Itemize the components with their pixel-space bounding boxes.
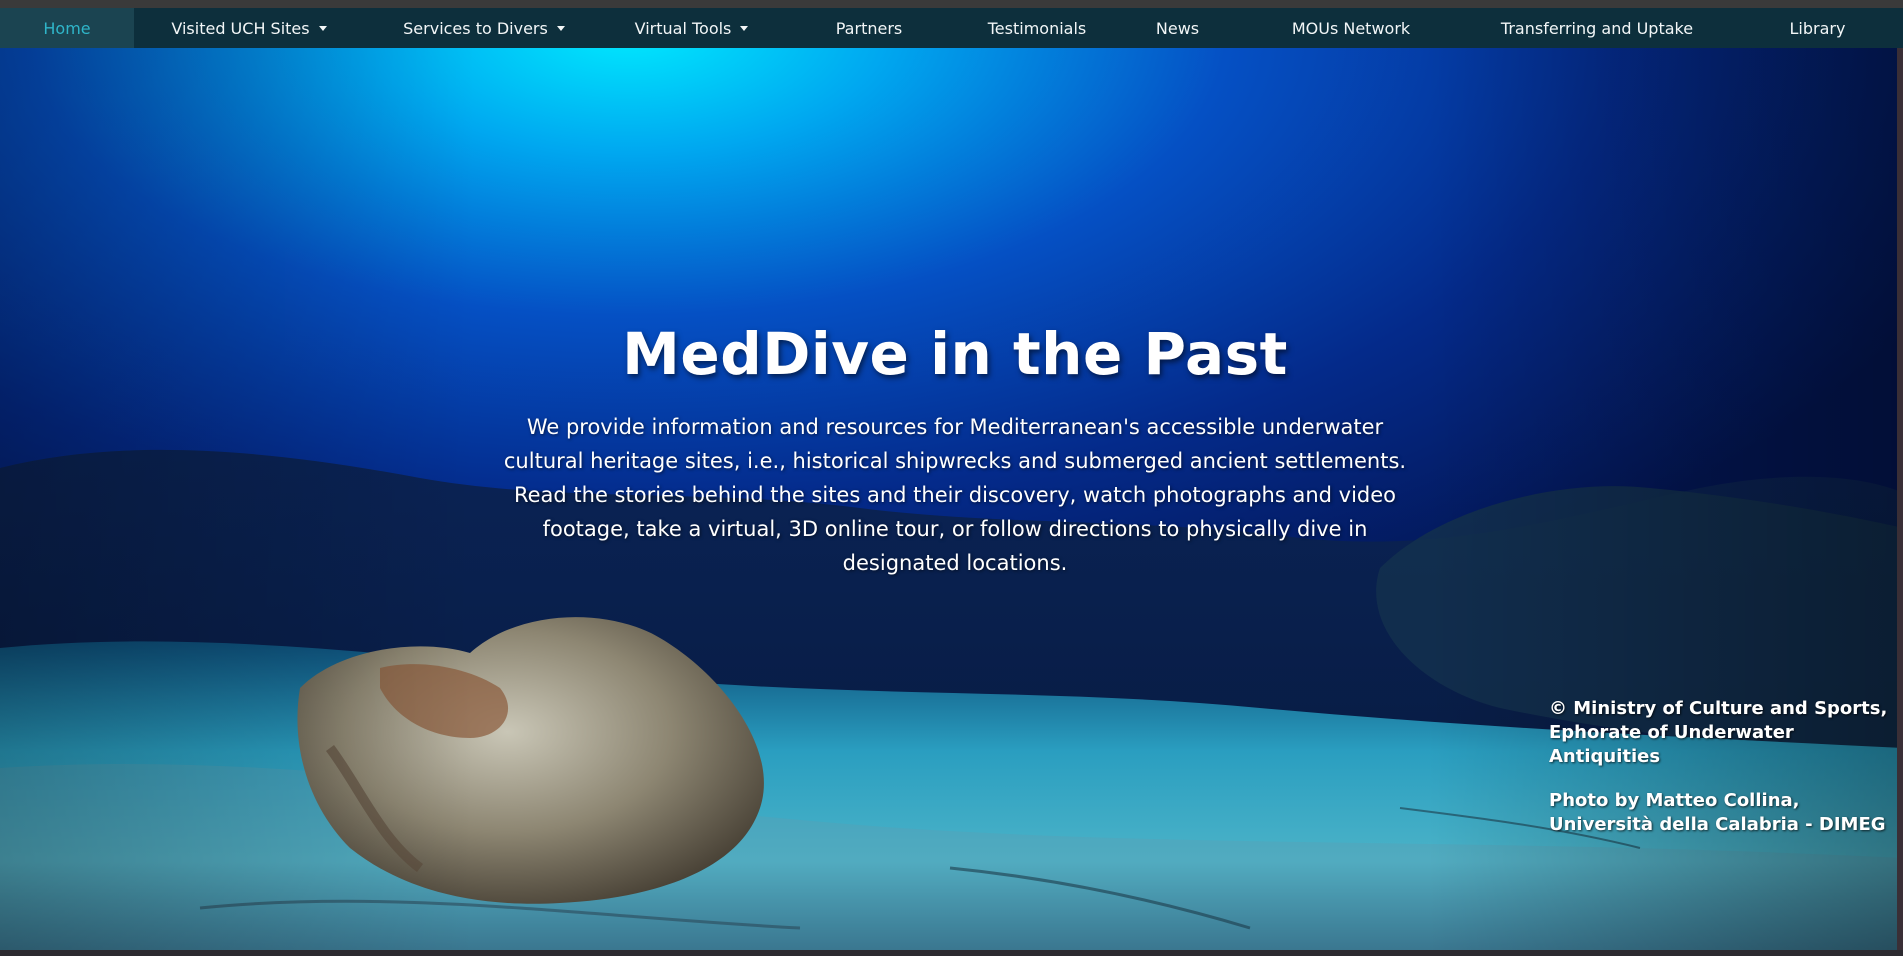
- window-top-strip: [0, 0, 1903, 8]
- chevron-down-icon: [556, 25, 565, 31]
- nav-virtual-tools[interactable]: Virtual Tools: [604, 8, 779, 48]
- nav-partners-label: Partners: [835, 18, 903, 38]
- credit-line-4: Università della Calabria - DIMEG: [1549, 814, 1886, 835]
- hero-description: We provide information and resources for…: [503, 415, 1407, 575]
- hero-title: MedDive in the Past: [622, 320, 1288, 388]
- nav-library-label: Library: [1789, 18, 1846, 38]
- nav-home[interactable]: Home: [0, 8, 134, 48]
- nav-library[interactable]: Library: [1732, 8, 1903, 48]
- nav-mous-network[interactable]: MOUs Network: [1240, 8, 1462, 48]
- page-right-edge: [1897, 48, 1903, 956]
- nav-visited-uch-sites-label: Visited UCH Sites: [171, 18, 310, 38]
- nav-transferring-and-uptake[interactable]: Transferring and Uptake: [1462, 8, 1732, 48]
- nav-testimonials[interactable]: Testimonials: [959, 8, 1115, 48]
- nav-mous-network-label: MOUs Network: [1291, 18, 1411, 38]
- page-bottom-edge: [0, 950, 1903, 956]
- credit-line-2: Ephorate of Underwater Antiquities: [1549, 722, 1794, 767]
- nav-services-to-divers-label: Services to Divers: [403, 18, 548, 38]
- nav-testimonials-label: Testimonials: [987, 18, 1087, 38]
- nav-news[interactable]: News: [1115, 8, 1240, 48]
- nav-transferring-and-uptake-label: Transferring and Uptake: [1500, 18, 1694, 38]
- photo-credit: © Ministry of Culture and Sports, Ephora…: [1549, 697, 1903, 837]
- main-navbar: Home Visited UCH Sites Services to Diver…: [0, 8, 1903, 48]
- nav-visited-uch-sites[interactable]: Visited UCH Sites: [134, 8, 364, 48]
- credit-line-3: Photo by Matteo Collina,: [1549, 790, 1800, 811]
- nav-virtual-tools-label: Virtual Tools: [634, 18, 732, 38]
- hero-section: MedDive in the Past We provide informati…: [0, 48, 1903, 956]
- chevron-down-icon: [740, 25, 749, 31]
- chevron-down-icon: [318, 25, 327, 31]
- nav-news-label: News: [1155, 18, 1200, 38]
- nav-home-label: Home: [43, 18, 91, 38]
- credit-line-1: © Ministry of Culture and Sports,: [1549, 698, 1888, 719]
- nav-partners[interactable]: Partners: [779, 8, 959, 48]
- credit-spacer: [1549, 769, 1903, 789]
- nav-services-to-divers[interactable]: Services to Divers: [364, 8, 604, 48]
